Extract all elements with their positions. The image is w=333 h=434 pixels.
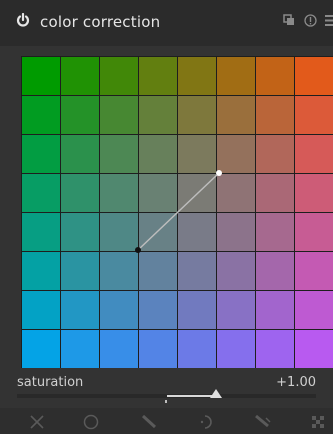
grid-cell: [256, 96, 294, 134]
grid-cell: [295, 330, 333, 368]
grid-cell: [217, 330, 255, 368]
circle-icon[interactable]: [82, 413, 100, 431]
grid-cell: [295, 135, 333, 173]
grid-cell: [139, 135, 177, 173]
grid-cell: [139, 174, 177, 212]
grid-cell: [100, 213, 138, 251]
grid-cell: [295, 174, 333, 212]
grid-cell: [100, 135, 138, 173]
menu-icon[interactable]: [323, 14, 333, 27]
saturation-slider-handle[interactable]: [210, 389, 222, 398]
grid-cell: [22, 330, 60, 368]
grid-cell: [100, 96, 138, 134]
close-icon[interactable]: [28, 413, 46, 431]
grid-cell: [217, 291, 255, 329]
pen-icon[interactable]: [140, 413, 158, 431]
grid-cell: [61, 252, 99, 290]
module-title: color correction: [40, 13, 161, 31]
grid-cell: [22, 291, 60, 329]
checker-icon[interactable]: [309, 413, 327, 431]
presets-icon[interactable]: [283, 14, 295, 26]
grid-cell: [178, 57, 216, 95]
mask-toolbar: [0, 408, 333, 434]
grid-cell: [100, 174, 138, 212]
grid-cell: [295, 252, 333, 290]
grid-cell: [217, 57, 255, 95]
grid-cell: [178, 330, 216, 368]
grid-cell: [256, 174, 294, 212]
color-grid[interactable]: [21, 56, 333, 368]
grid-cell: [217, 213, 255, 251]
grid-cell: [217, 96, 255, 134]
grid-cell: [256, 213, 294, 251]
grid-cell: [295, 213, 333, 251]
grid-cell: [217, 252, 255, 290]
grid-cell: [178, 96, 216, 134]
brush-icon[interactable]: [196, 413, 214, 431]
grid-cell: [22, 135, 60, 173]
saturation-label: saturation: [17, 375, 84, 390]
grid-cell: [295, 291, 333, 329]
grid-cell: [61, 213, 99, 251]
grid-cell: [178, 291, 216, 329]
grid-cell: [139, 252, 177, 290]
color-board[interactable]: [21, 56, 333, 368]
grid-cell: [100, 330, 138, 368]
grid-cell: [139, 330, 177, 368]
shadows-point[interactable]: [135, 247, 141, 253]
module-header: color correction: [0, 0, 333, 46]
grid-cell: [139, 96, 177, 134]
grid-cell: [178, 213, 216, 251]
grid-cell: [178, 135, 216, 173]
grid-cell: [61, 330, 99, 368]
grid-cell: [61, 135, 99, 173]
grid-cell: [217, 174, 255, 212]
grid-cell: [22, 174, 60, 212]
grid-cell: [256, 330, 294, 368]
grid-cell: [256, 291, 294, 329]
slider-center-tick: [165, 400, 167, 403]
grid-cell: [217, 135, 255, 173]
grid-cell: [139, 57, 177, 95]
highlights-point[interactable]: [216, 170, 222, 176]
grid-cell: [256, 252, 294, 290]
grid-cell: [22, 96, 60, 134]
saturation-slider-fill: [167, 395, 215, 397]
grid-cell: [100, 57, 138, 95]
grid-cell: [61, 291, 99, 329]
grid-cell: [256, 135, 294, 173]
grid-cell: [295, 96, 333, 134]
grid-cell: [22, 252, 60, 290]
grid-cell: [139, 291, 177, 329]
grid-cell: [256, 57, 294, 95]
grid-cell: [295, 57, 333, 95]
grid-cell: [61, 57, 99, 95]
grid-cell: [22, 213, 60, 251]
grid-cell: [178, 252, 216, 290]
power-icon[interactable]: [16, 13, 30, 27]
grid-cell: [61, 96, 99, 134]
draw-icon[interactable]: [254, 413, 272, 431]
grid-cell: [100, 291, 138, 329]
saturation-value: +1.00: [276, 375, 316, 390]
reset-icon[interactable]: [304, 14, 317, 27]
grid-cell: [61, 174, 99, 212]
grid-cell: [100, 252, 138, 290]
grid-cell: [22, 57, 60, 95]
